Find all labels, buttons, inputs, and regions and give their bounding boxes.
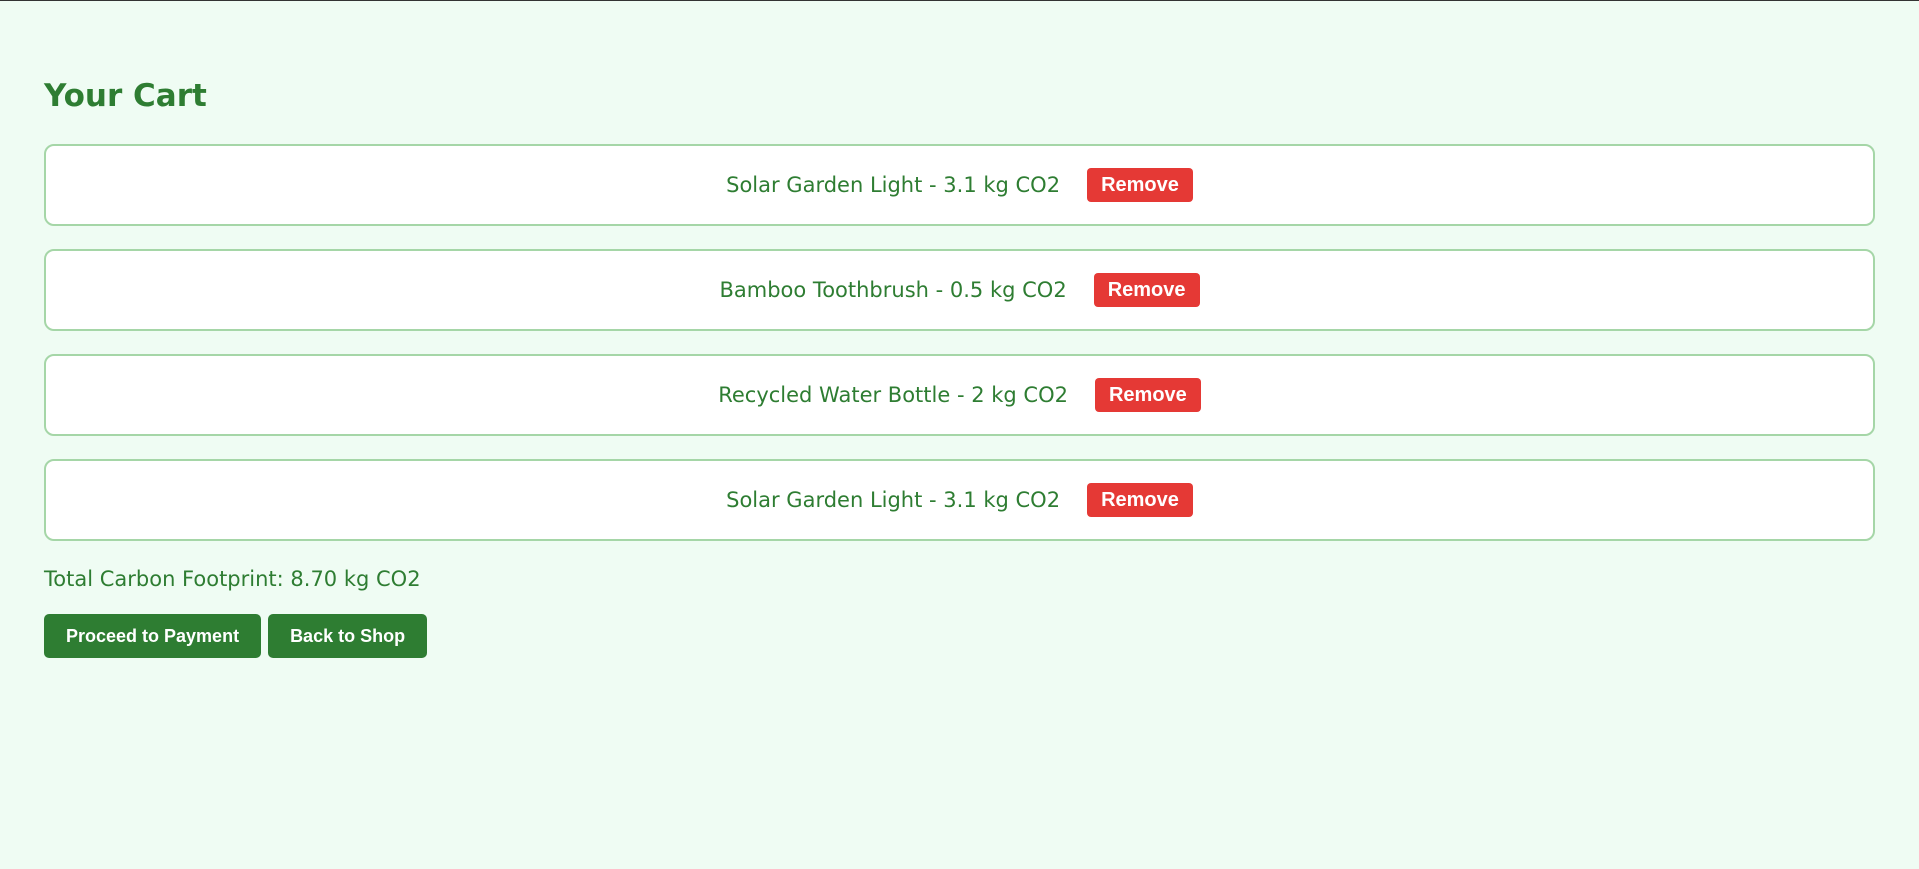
proceed-to-payment-button[interactable]: Proceed to Payment: [44, 614, 262, 658]
cart-item-label: Bamboo Toothbrush - 0.5 kg CO2: [719, 278, 1067, 302]
page-title: Your Cart: [44, 78, 207, 114]
cart-actions: Proceed to Payment Back to Shop: [44, 614, 428, 658]
cart-item-label: Solar Garden Light - 3.1 kg CO2: [726, 173, 1061, 197]
back-to-shop-button[interactable]: Back to Shop: [268, 614, 428, 658]
cart-item: Solar Garden Light - 3.1 kg CO2 Remove: [44, 144, 1875, 226]
remove-button[interactable]: Remove: [1094, 378, 1201, 412]
remove-button[interactable]: Remove: [1093, 273, 1200, 307]
cart-list: Solar Garden Light - 3.1 kg CO2 Remove B…: [44, 144, 1875, 564]
cart-item: Bamboo Toothbrush - 0.5 kg CO2 Remove: [44, 249, 1875, 331]
cart-item: Solar Garden Light - 3.1 kg CO2 Remove: [44, 459, 1875, 541]
cart-item-label: Solar Garden Light - 3.1 kg CO2: [726, 488, 1061, 512]
total-carbon-footprint: Total Carbon Footprint: 8.70 kg CO2: [44, 567, 421, 591]
remove-button[interactable]: Remove: [1087, 168, 1193, 202]
remove-button[interactable]: Remove: [1087, 483, 1193, 517]
cart-item-label: Recycled Water Bottle - 2 kg CO2: [718, 383, 1068, 407]
cart-item: Recycled Water Bottle - 2 kg CO2 Remove: [44, 354, 1875, 436]
